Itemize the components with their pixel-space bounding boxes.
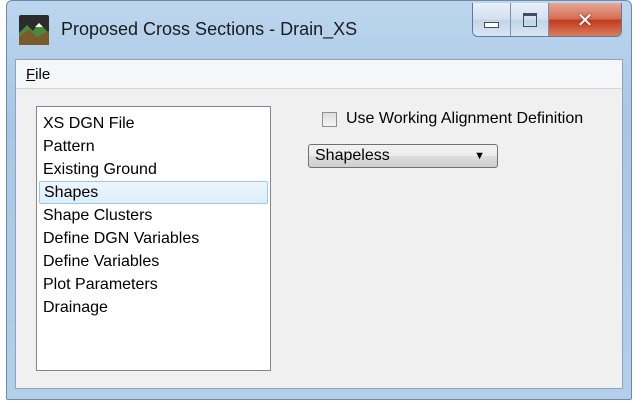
dialog-client-area: File XS DGN File Pattern Existing Ground… xyxy=(15,59,623,389)
menu-file-accelerator: F xyxy=(26,65,36,83)
dialog-window: Proposed Cross Sections - Drain_XS ✕ Fil… xyxy=(6,0,632,400)
shape-mode-dropdown[interactable]: Shapeless ▼ xyxy=(308,144,498,168)
menu-file-label-rest: ile xyxy=(35,65,51,83)
list-item-xs-dgn-file[interactable]: XS DGN File xyxy=(39,112,268,135)
section-list[interactable]: XS DGN File Pattern Existing Ground Shap… xyxy=(36,106,271,371)
shape-mode-value: Shapeless xyxy=(315,147,390,164)
maximize-button[interactable] xyxy=(511,3,549,36)
maximize-icon xyxy=(522,12,537,27)
dropdown-arrow-icon: ▼ xyxy=(474,150,485,162)
minimize-icon xyxy=(484,21,499,28)
list-item-shape-clusters[interactable]: Shape Clusters xyxy=(39,204,268,227)
minimize-button[interactable] xyxy=(473,3,511,36)
list-item-define-dgn-variables[interactable]: Define DGN Variables xyxy=(39,227,268,250)
list-item-plot-parameters[interactable]: Plot Parameters xyxy=(39,273,268,296)
landscape-app-icon xyxy=(19,15,49,45)
close-button[interactable]: ✕ xyxy=(549,3,621,36)
list-item-drainage[interactable]: Drainage xyxy=(39,296,268,319)
use-working-alignment-option[interactable]: Use Working Alignment Definition xyxy=(322,110,583,128)
list-item-define-variables[interactable]: Define Variables xyxy=(39,250,268,273)
use-working-alignment-checkbox[interactable] xyxy=(322,111,337,127)
list-item-shapes[interactable]: Shapes xyxy=(39,181,268,204)
close-icon: ✕ xyxy=(576,7,594,32)
window-controls: ✕ xyxy=(472,3,622,37)
window-title: Proposed Cross Sections - Drain_XS xyxy=(61,19,358,39)
list-item-existing-ground[interactable]: Existing Ground xyxy=(39,158,268,181)
list-item-pattern[interactable]: Pattern xyxy=(39,135,268,158)
menu-bar: File xyxy=(16,60,622,89)
menu-file[interactable]: File xyxy=(16,66,60,83)
title-bar[interactable]: Proposed Cross Sections - Drain_XS ✕ xyxy=(7,1,631,59)
use-working-alignment-label: Use Working Alignment Definition xyxy=(346,110,584,127)
